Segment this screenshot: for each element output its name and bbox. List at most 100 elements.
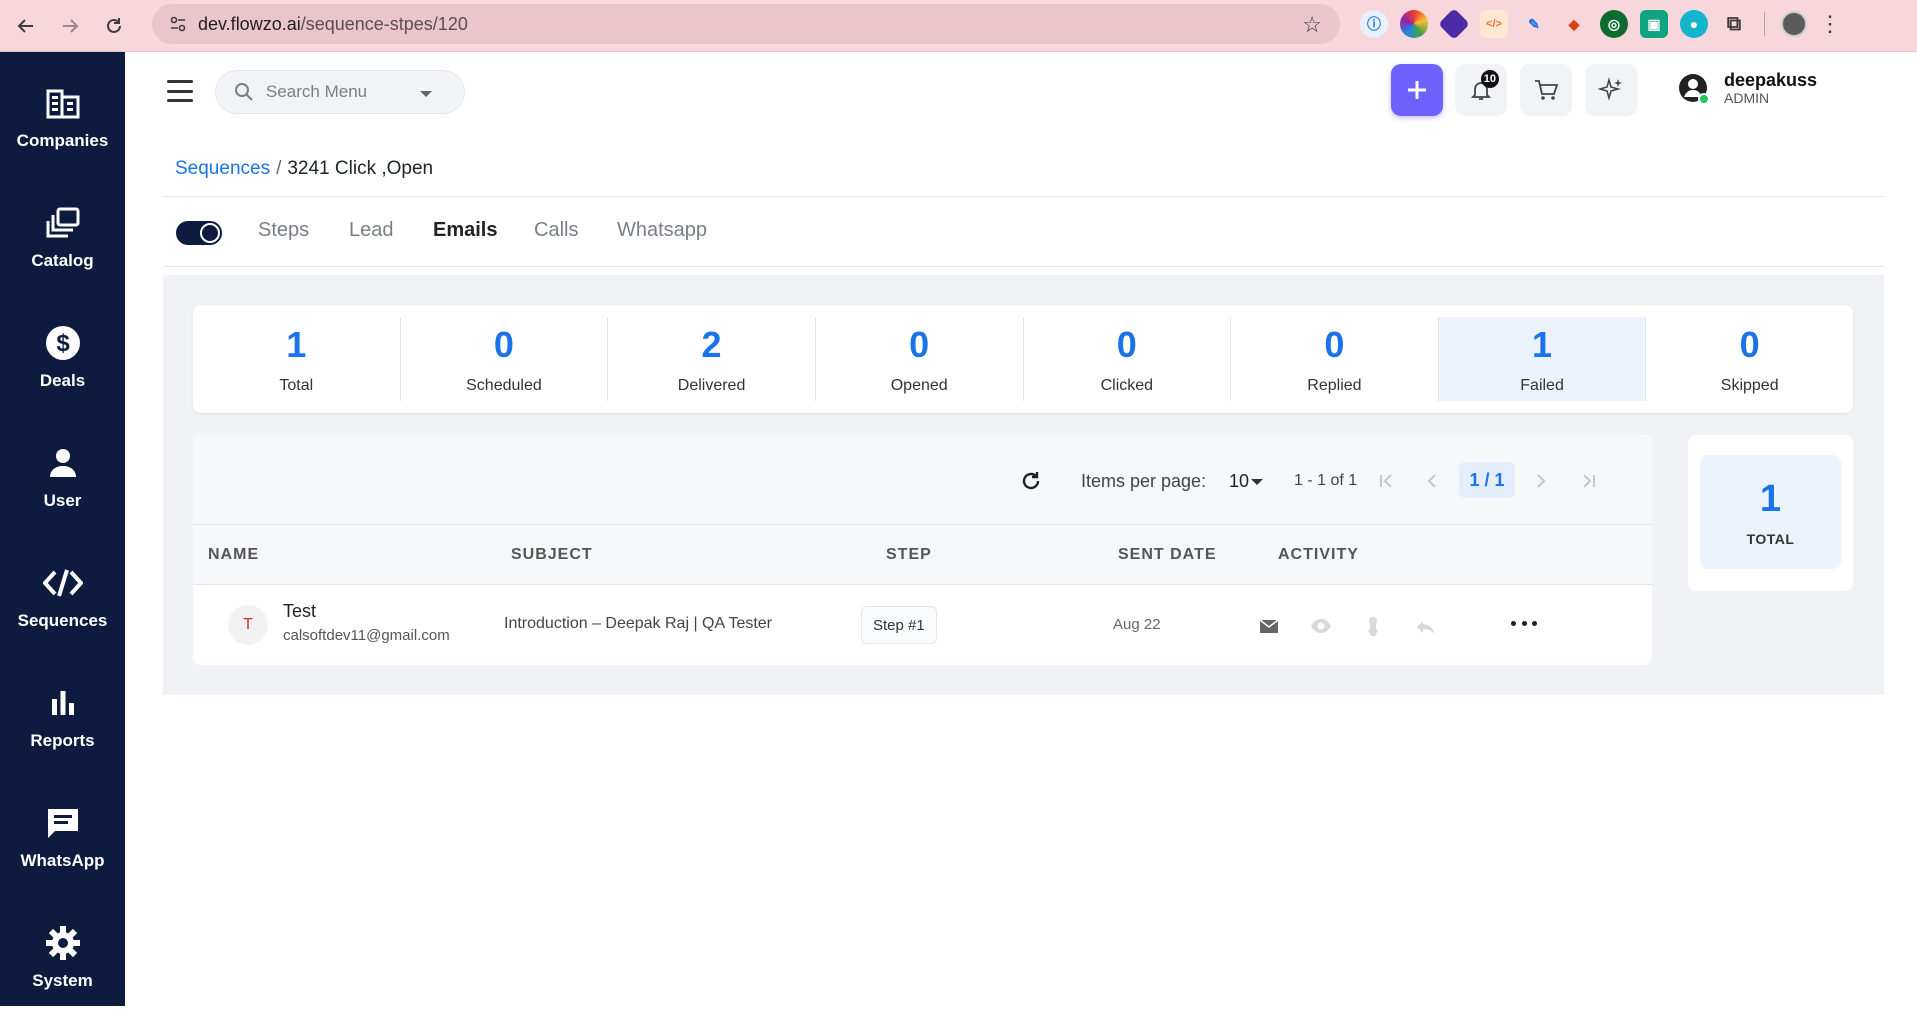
online-status-dot	[1698, 93, 1710, 105]
extension-pen-icon[interactable]: ✎	[1520, 10, 1548, 38]
extension-green-icon[interactable]: ◎	[1600, 10, 1628, 38]
first-page-icon[interactable]	[1373, 467, 1401, 495]
last-page-icon[interactable]	[1574, 467, 1602, 495]
column-header-subject[interactable]: SUBJECT	[511, 546, 593, 564]
sidebar-item-label: Companies	[16, 131, 109, 150]
extension-chat-icon[interactable]: ▣	[1640, 10, 1668, 38]
stat-total[interactable]: 1 Total	[193, 317, 400, 401]
menu-toggle-icon[interactable]	[167, 80, 193, 102]
extension-info-icon[interactable]: ⓘ	[1360, 10, 1388, 38]
stat-failed[interactable]: 1 Failed	[1437, 317, 1646, 401]
tab-lead[interactable]: Lead	[349, 219, 394, 242]
sidebar-item-catalog[interactable]: Catalog	[0, 182, 125, 292]
click-icon[interactable]	[1362, 615, 1384, 637]
emails-table: Items per page: 10 1 - 1 of 1 1 / 1 NAME…	[193, 435, 1652, 665]
next-page-icon[interactable]	[1527, 467, 1555, 495]
site-settings-icon[interactable]	[158, 4, 198, 44]
email-subject[interactable]: Introduction – Deepak Raj | QA Tester	[504, 615, 772, 633]
add-button[interactable]	[1391, 64, 1443, 116]
more-actions-icon[interactable]	[1511, 613, 1537, 633]
total-label: TOTAL	[1746, 531, 1795, 547]
back-icon[interactable]	[8, 8, 44, 44]
building-icon	[43, 83, 83, 123]
gear-icon	[43, 923, 83, 963]
stat-opened[interactable]: 0 Opened	[814, 317, 1023, 401]
column-header-step[interactable]: STEP	[886, 546, 932, 564]
notifications-button[interactable]: 10	[1455, 64, 1507, 116]
stat-label: Failed	[1520, 377, 1564, 394]
tab-whatsapp[interactable]: Whatsapp	[617, 219, 707, 242]
stat-value: 0	[1739, 324, 1760, 365]
extension-diamond-icon[interactable]	[1438, 8, 1470, 40]
items-per-page-select[interactable]: 10	[1229, 471, 1249, 492]
eye-icon[interactable]	[1310, 615, 1332, 637]
reload-icon[interactable]	[96, 8, 132, 44]
sequence-active-toggle[interactable]	[176, 221, 222, 245]
contact-name[interactable]: Test	[283, 601, 316, 622]
chevron-down-icon[interactable]	[420, 91, 432, 97]
plus-icon	[1408, 81, 1426, 99]
current-page[interactable]: 1 / 1	[1459, 462, 1515, 498]
stat-label: Clicked	[1100, 377, 1154, 394]
extension-code-icon[interactable]: </>	[1480, 10, 1508, 38]
stat-replied[interactable]: 0 Replied	[1230, 317, 1438, 401]
column-header-sent-date[interactable]: SENT DATE	[1118, 546, 1216, 564]
extension-color-icon[interactable]	[1400, 10, 1428, 38]
stat-label: Skipped	[1720, 377, 1779, 394]
chevron-down-icon[interactable]	[1251, 479, 1263, 485]
stat-clicked[interactable]: 0 Clicked	[1022, 317, 1231, 401]
stat-label: Scheduled	[466, 377, 542, 394]
extension-teal-icon[interactable]: ●	[1680, 10, 1708, 38]
refresh-icon[interactable]	[1019, 469, 1043, 493]
table-row[interactable]: T Test calsoftdev11@gmail.com Introducti…	[193, 585, 1652, 665]
column-header-name[interactable]: NAME	[208, 546, 259, 564]
bookmark-star-icon[interactable]: ☆	[1302, 12, 1322, 38]
tab-emails[interactable]: Emails	[433, 219, 497, 242]
cart-button[interactable]	[1520, 64, 1572, 116]
stat-scheduled[interactable]: 0 Scheduled	[399, 317, 608, 401]
stat-value: 0	[493, 324, 514, 365]
browser-menu-icon[interactable]: ⋮	[1819, 11, 1841, 37]
sidebar-item-deals[interactable]: $ Deals	[0, 302, 125, 412]
tab-calls[interactable]: Calls	[534, 219, 578, 242]
ai-sparkle-button[interactable]	[1585, 64, 1637, 116]
stat-label: Delivered	[677, 377, 746, 394]
mail-icon[interactable]	[1258, 615, 1280, 637]
sidebar-item-sequences[interactable]: Sequences	[0, 542, 125, 652]
prev-page-icon[interactable]	[1418, 467, 1446, 495]
profile-avatar[interactable]	[1781, 11, 1807, 37]
forward-icon[interactable]	[52, 8, 88, 44]
stat-skipped[interactable]: 0 Skipped	[1645, 317, 1853, 401]
sidebar-item-label: Catalog	[31, 251, 94, 270]
user-avatar-icon	[1678, 73, 1710, 105]
stat-value: 2	[701, 324, 722, 365]
search-icon	[235, 83, 253, 101]
total-summary: 1 TOTAL	[1700, 455, 1841, 569]
sidebar-item-system[interactable]: System	[0, 902, 125, 1012]
sidebar-item-label: System	[32, 971, 93, 990]
tab-steps[interactable]: Steps	[258, 219, 309, 242]
sidebar-item-user[interactable]: User	[0, 422, 125, 532]
emails-panel: 1 Total 0 Scheduled 2 Delivered 0 Opened 0 Cl…	[163, 275, 1884, 695]
toolbar-divider	[1764, 12, 1765, 36]
search-menu[interactable]	[215, 70, 465, 114]
user-name: deepakuss	[1724, 70, 1818, 90]
stat-delivered[interactable]: 2 Delivered	[607, 317, 815, 401]
breadcrumb-link-sequences[interactable]: Sequences	[175, 158, 270, 179]
reply-icon[interactable]	[1414, 615, 1436, 637]
person-icon	[43, 443, 83, 483]
search-input[interactable]	[266, 82, 416, 102]
sidebar-item-whatsapp[interactable]: WhatsApp	[0, 782, 125, 892]
table-toolbar: Items per page: 10 1 - 1 of 1 1 / 1	[193, 435, 1652, 525]
user-menu[interactable]: deepakuss ADMIN	[1678, 70, 1817, 106]
extensions-puzzle-icon[interactable]: ⧉	[1720, 10, 1748, 38]
column-header-activity[interactable]: ACTIVITY	[1278, 546, 1359, 564]
sidebar-item-reports[interactable]: Reports	[0, 662, 125, 772]
extension-turtle-icon[interactable]: ◆	[1560, 10, 1588, 38]
code-icon	[42, 563, 83, 603]
extensions-bar: ⓘ </> ✎ ◆ ◎ ▣ ● ⧉ ⋮	[1360, 8, 1841, 40]
bar-chart-icon	[43, 683, 83, 723]
address-bar[interactable]: dev.flowzo.ai/sequence-stpes/120 ☆	[152, 4, 1340, 44]
sidebar-item-companies[interactable]: Companies	[0, 62, 125, 172]
breadcrumb-current: 3241 Click ,Open	[287, 158, 434, 179]
